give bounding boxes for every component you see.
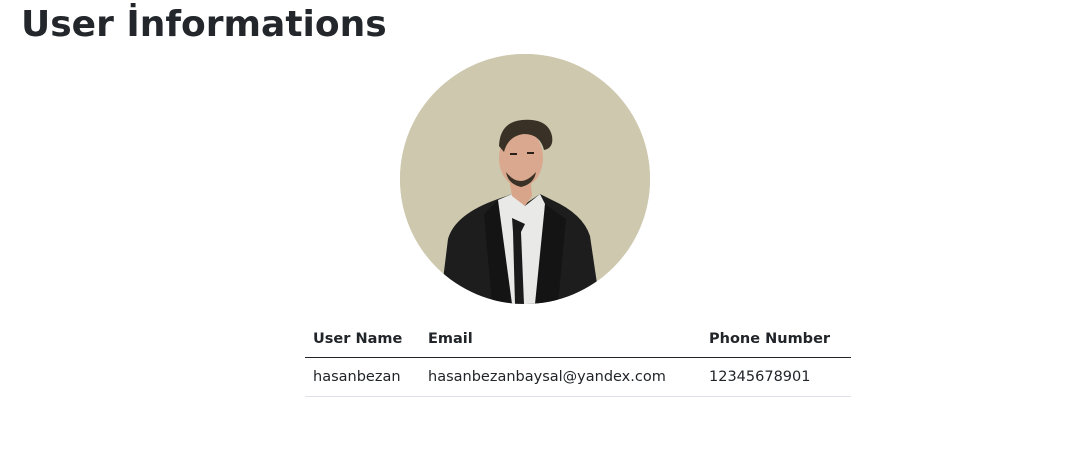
table-row: hasanbezan hasanbezanbaysal@yandex.com 1… (305, 357, 851, 397)
page-title: User İnformations (21, 4, 387, 45)
avatar (400, 54, 650, 304)
profile-photo (400, 54, 650, 304)
user-name-cell: hasanbezan (305, 357, 420, 397)
user-name-header: User Name (305, 320, 420, 358)
user-info-table: User Name Email Phone Number hasanbezan … (305, 320, 851, 397)
phone-number-cell: 12345678901 (701, 357, 851, 397)
phone-number-header: Phone Number (701, 320, 851, 358)
email-cell: hasanbezanbaysal@yandex.com (420, 357, 701, 397)
email-header: Email (420, 320, 701, 358)
table-header-row: User Name Email Phone Number (305, 320, 851, 358)
